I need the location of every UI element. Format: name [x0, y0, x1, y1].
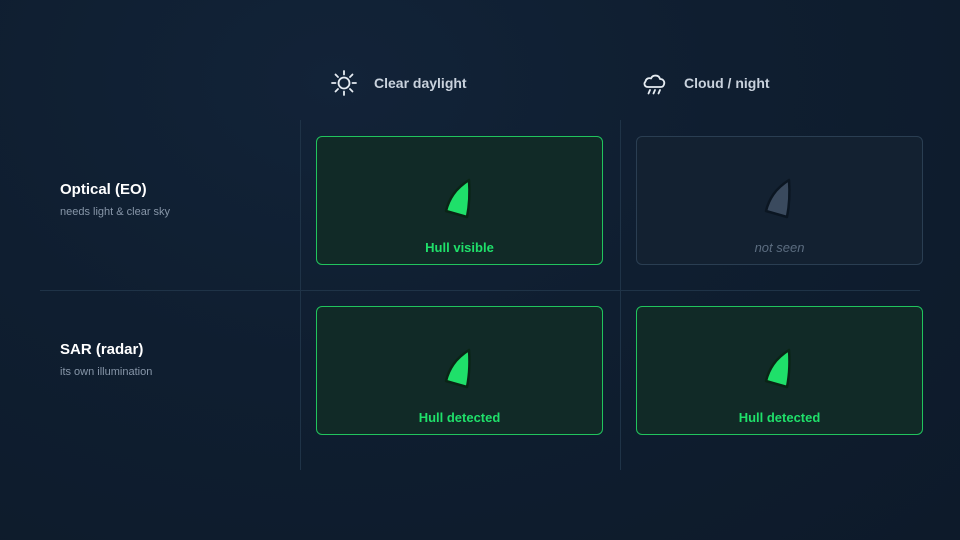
row-label-optical: Optical (EO) needs light & clear sky [60, 181, 170, 218]
cloud-rain-icon [643, 74, 666, 95]
column-header-cloud-night: Cloud / night [640, 66, 770, 100]
grid-divider-vertical [300, 120, 301, 470]
ship-hull-icon [764, 178, 791, 219]
column-label: Clear daylight [374, 75, 467, 91]
ship-hull-icon [764, 348, 791, 389]
column-label: Cloud / night [684, 75, 770, 91]
cell-optical-daylight: Hull visible [316, 136, 603, 265]
cell-status: Hull visible [425, 240, 494, 255]
row-subtitle: needs light & clear sky [60, 206, 171, 218]
grid-divider-vertical [620, 120, 621, 470]
column-header-clear-daylight: Clear daylight [330, 66, 467, 100]
grid-divider-horizontal [40, 290, 920, 291]
cell-sar-night: Hull detected [636, 306, 923, 435]
cell-sar-daylight: Hull detected [316, 306, 603, 435]
row-label-sar: SAR (radar) its own illumination [60, 341, 152, 378]
row-title: Optical (EO) [60, 181, 147, 198]
ship-hull-icon [444, 348, 471, 389]
row-subtitle: its own illumination [60, 366, 153, 378]
cell-status: Hull detected [418, 410, 501, 425]
sun-icon [331, 70, 357, 96]
row-title: SAR (radar) [60, 341, 144, 358]
cell-status: Hull detected [738, 410, 821, 425]
cell-status: not seen [754, 240, 805, 255]
cell-optical-night: not seen [636, 136, 923, 265]
ship-hull-icon [444, 178, 471, 219]
